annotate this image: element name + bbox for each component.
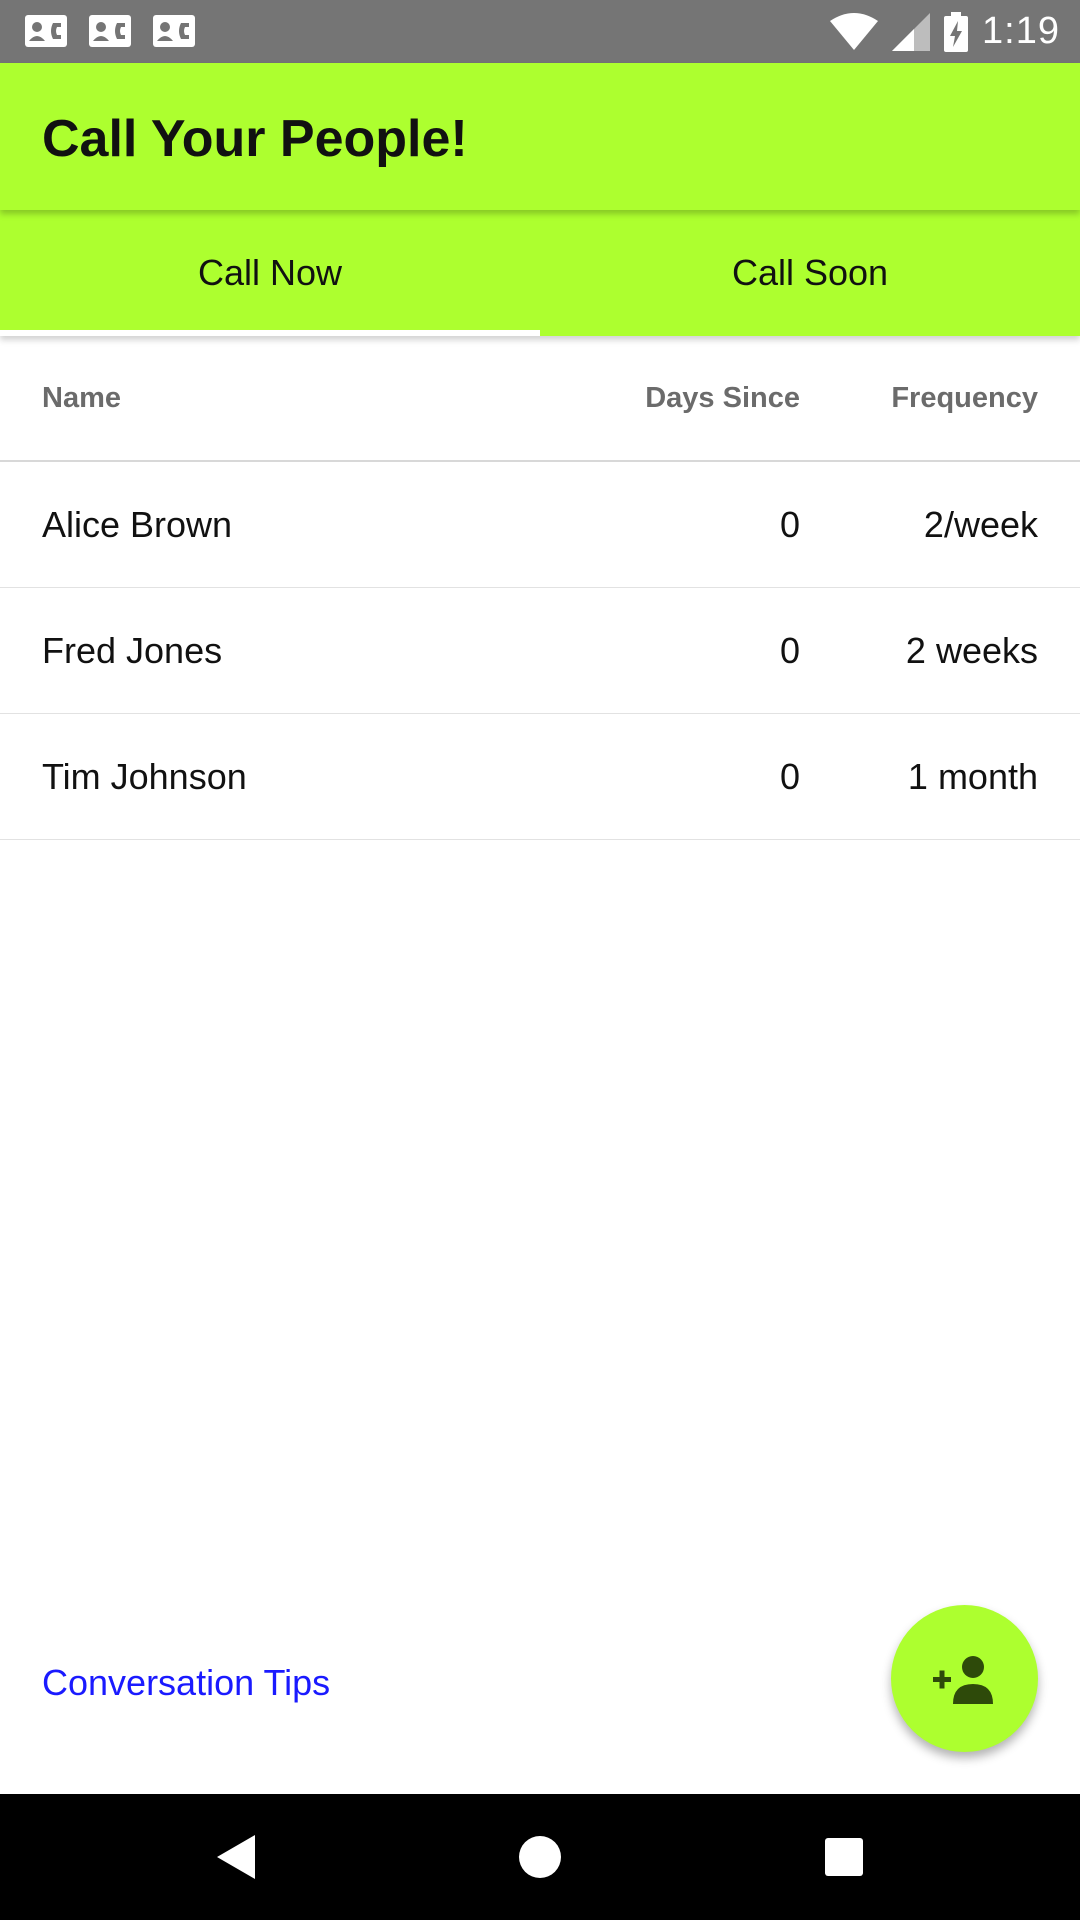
system-status: 1:19 — [830, 0, 1060, 63]
days-since-value: 0 — [779, 629, 800, 671]
add-contact-button[interactable] — [891, 1605, 1038, 1752]
navigation-bar — [0, 1794, 1080, 1920]
recent-apps-icon — [825, 1838, 863, 1876]
contact-name: Tim Johnson — [42, 755, 247, 797]
frequency-value: 1 month — [907, 755, 1038, 797]
back-icon — [217, 1835, 255, 1879]
add-person-icon — [932, 1655, 993, 1704]
contacts-table: Name Days Since Frequency Alice Brown 0 … — [0, 336, 1080, 840]
recent-apps-button[interactable] — [784, 1794, 904, 1920]
header-days-since[interactable]: Days Since — [645, 336, 800, 460]
app-bar: Call Your People! — [0, 63, 1080, 210]
contact-name: Alice Brown — [42, 503, 233, 545]
header-name[interactable]: Name — [42, 336, 121, 460]
days-since-value: 0 — [779, 503, 800, 545]
battery-charging-icon — [944, 11, 969, 52]
table-header: Name Days Since Frequency — [0, 336, 1080, 462]
home-icon — [519, 1836, 561, 1878]
header-frequency[interactable]: Frequency — [891, 336, 1038, 460]
app-title: Call Your People! — [42, 110, 468, 168]
selected-tab-indicator — [0, 330, 540, 336]
notification-icons — [24, 14, 196, 48]
days-since-value: 0 — [779, 755, 800, 797]
cell-signal-icon — [892, 12, 931, 51]
table-row[interactable]: Fred Jones 0 2 weeks — [0, 588, 1080, 714]
wifi-icon — [830, 12, 879, 50]
frequency-value: 2 weeks — [905, 629, 1038, 671]
contact-card-icon — [25, 15, 67, 47]
tab-call-soon[interactable]: Call Soon — [540, 210, 1080, 336]
tab-call-now[interactable]: Call Now — [0, 210, 540, 336]
table-row[interactable]: Alice Brown 0 2/week — [0, 462, 1080, 588]
status-bar: 1:19 — [0, 0, 1080, 63]
home-button[interactable] — [480, 1794, 600, 1920]
contact-card-icon — [89, 15, 131, 47]
frequency-value: 2/week — [923, 503, 1038, 545]
table-row[interactable]: Tim Johnson 0 1 month — [0, 714, 1080, 840]
clock: 1:19 — [982, 10, 1060, 52]
contact-name: Fred Jones — [42, 629, 223, 671]
back-button[interactable] — [176, 1794, 296, 1920]
tab-bar: Call Now Call Soon — [0, 210, 1080, 336]
contact-card-icon — [153, 15, 195, 47]
conversation-tips-link[interactable]: Conversation Tips — [42, 1662, 330, 1704]
